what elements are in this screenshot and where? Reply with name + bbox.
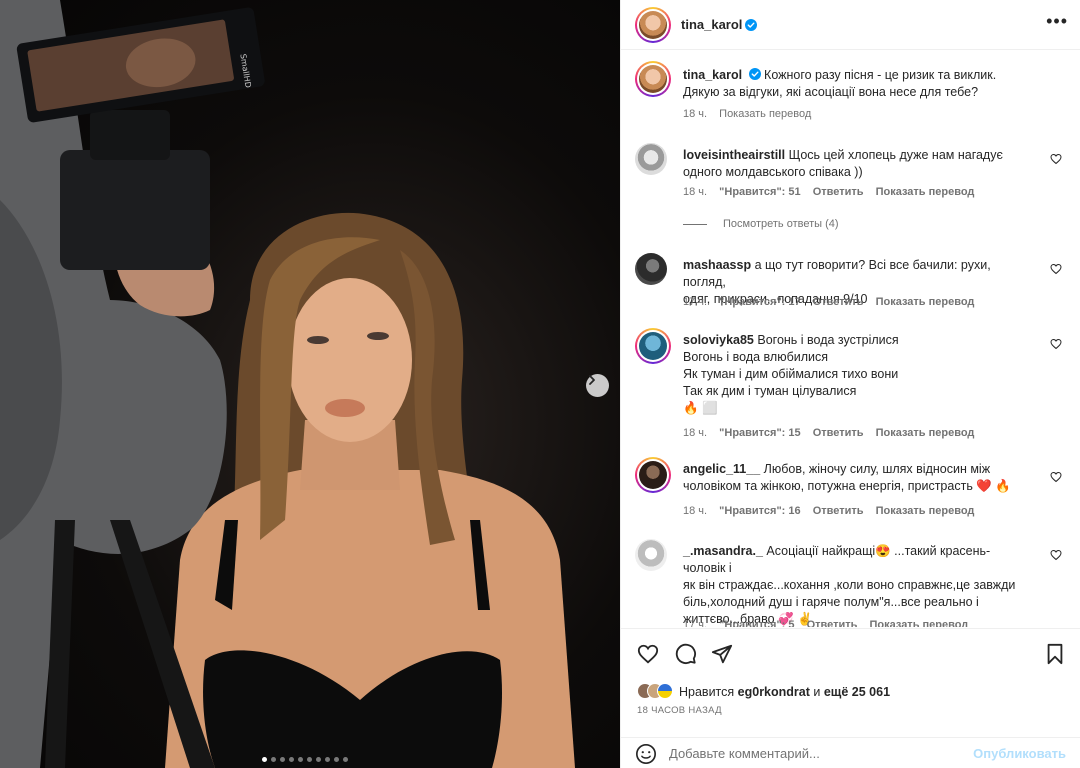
commenter-username[interactable]: _.masandra._ <box>683 544 763 558</box>
caption-text: Кожного разу пісня - це ризик та виклик. <box>764 68 997 82</box>
like-comment-heart-icon[interactable] <box>1050 549 1062 561</box>
comment-time[interactable]: 17 ч. <box>683 619 707 627</box>
post-panel: tina_karol ••• tina_karol Кожного разу п… <box>620 0 1080 768</box>
translate-button[interactable]: Показать перевод <box>876 186 975 198</box>
carousel-dot <box>325 757 330 762</box>
commenter-avatar[interactable] <box>635 457 671 493</box>
carousel-dot <box>280 757 285 762</box>
chevron-right-icon <box>589 375 595 385</box>
commenter-avatar[interactable] <box>635 253 667 285</box>
comment-item: angelic_11__ Любов, жіночу силу, шлях ві… <box>635 457 1066 527</box>
post-photo: SmallHD <box>0 0 575 768</box>
comment-text: Як туман і дим обіймалися тихо вони <box>683 367 899 381</box>
comment-time[interactable]: 17 ч. <box>683 296 707 308</box>
comment-text: Вогонь і вода зустрілися <box>757 333 899 347</box>
comment-likes[interactable]: "Нравится": 51 <box>719 186 800 198</box>
translate-button[interactable]: Показать перевод <box>876 505 975 517</box>
liker-avatars <box>637 683 673 701</box>
post-actions: Нравится eg0rkondrat и ещё 25 061 18 ЧАС… <box>621 628 1080 768</box>
like-comment-heart-icon[interactable] <box>1050 153 1062 165</box>
comment-text: Любов, жіночу силу, шлях відносин між <box>763 462 991 476</box>
commenter-username[interactable]: soloviyka85 <box>683 333 754 347</box>
comment-time[interactable]: 18 ч. <box>683 108 707 120</box>
author-avatar[interactable] <box>635 6 671 43</box>
view-replies-button[interactable]: Посмотреть ответы (4) <box>683 218 839 230</box>
carousel-dot <box>307 757 312 762</box>
share-send-icon[interactable] <box>711 643 733 665</box>
comment-text: 🔥 ⬜ <box>683 401 718 415</box>
like-comment-heart-icon[interactable] <box>1050 338 1062 350</box>
carousel-dots <box>262 757 348 762</box>
likes-count[interactable]: ещё 25 061 <box>824 685 890 699</box>
translate-button[interactable]: Показать перевод <box>876 427 975 439</box>
comment-text: Щось цей хлопець дуже нам нагадує <box>788 148 1003 162</box>
carousel-dot <box>316 757 321 762</box>
reply-button[interactable]: Ответить <box>807 619 858 627</box>
commenter-avatar[interactable] <box>635 143 667 175</box>
commenter-avatar[interactable] <box>635 539 667 571</box>
carousel-dot <box>262 757 267 762</box>
post-date[interactable]: 18 ЧАСОВ НАЗАД <box>637 705 722 716</box>
comments-list[interactable]: tina_karol Кожного разу пісня - це ризик… <box>621 51 1080 627</box>
caption-avatar[interactable] <box>635 61 671 97</box>
emoji-smiley-icon[interactable] <box>635 743 657 765</box>
likes-prefix: Нравится <box>679 685 735 699</box>
liker-username[interactable]: eg0rkondrat <box>738 685 810 699</box>
reply-button[interactable]: Ответить <box>813 296 864 308</box>
view-replies-label[interactable]: Посмотреть ответы (4) <box>723 218 839 230</box>
comment-bubble-icon[interactable] <box>675 643 697 665</box>
reply-button[interactable]: Ответить <box>813 505 864 517</box>
comment-likes[interactable]: "Нравится": 5 <box>719 619 794 627</box>
likes-summary: Нравится eg0rkondrat и ещё 25 061 <box>637 683 890 701</box>
reply-button[interactable]: Ответить <box>813 186 864 198</box>
comment-text: Вогонь і вода влюбилися <box>683 350 829 364</box>
comment-text: як він страждає...кохання ,коли воно спр… <box>683 578 1016 592</box>
verified-badge-icon <box>748 68 761 80</box>
commenter-username[interactable]: angelic_11__ <box>683 462 760 476</box>
commenter-username[interactable]: mashaassp <box>683 258 751 272</box>
caption-text: Дякую за відгуки, які асоціації вона нес… <box>683 85 979 99</box>
caption-username[interactable]: tina_karol <box>683 68 742 82</box>
save-bookmark-icon[interactable] <box>1044 643 1066 665</box>
likes-conj: и <box>813 685 821 699</box>
like-comment-heart-icon[interactable] <box>1050 263 1062 275</box>
comment-time[interactable]: 18 ч. <box>683 186 707 198</box>
verified-badge-icon <box>745 18 758 31</box>
author-username[interactable]: tina_karol <box>681 17 742 32</box>
like-comment-heart-icon[interactable] <box>1050 471 1062 483</box>
commenter-avatar[interactable] <box>635 328 671 364</box>
comment-item: soloviyka85 Вогонь і вода зустрілися Вог… <box>635 328 1066 448</box>
comment-item: mashaassp а що тут говорити? Всі все бач… <box>635 253 1066 323</box>
publish-button[interactable]: Опубликовать <box>973 746 1066 761</box>
post-header: tina_karol ••• <box>621 0 1080 50</box>
commenter-username[interactable]: loveisintheairstill <box>683 148 785 162</box>
comment-text: біль,холодний душ і гаряче полум"я...все… <box>683 595 979 609</box>
more-options-button[interactable]: ••• <box>1046 12 1068 30</box>
comment-text: одного молдавського співака )) <box>683 165 863 179</box>
comment-likes[interactable]: "Нравится": 17 <box>719 296 800 308</box>
comment-input[interactable] <box>669 746 974 761</box>
comment-text: чоловіком та жінкою, потужна енергія, пр… <box>683 479 1011 493</box>
comment-item: _.masandra._ Асоціації найкращі😍 ...таки… <box>635 539 1066 627</box>
comment-likes[interactable]: "Нравится": 16 <box>719 505 800 517</box>
translate-button[interactable]: Показать перевод <box>876 296 975 308</box>
comment-time[interactable]: 18 ч. <box>683 505 707 517</box>
carousel-dot <box>298 757 303 762</box>
reply-button[interactable]: Ответить <box>813 427 864 439</box>
translate-button[interactable]: Показать перевод <box>719 108 811 120</box>
carousel-dot <box>271 757 276 762</box>
comment-likes[interactable]: "Нравится": 15 <box>719 427 800 439</box>
comment-text: Так як дим і туман цілувалися <box>683 384 857 398</box>
next-slide-button[interactable] <box>586 374 609 397</box>
carousel-dot <box>289 757 294 762</box>
comment-time[interactable]: 18 ч. <box>683 427 707 439</box>
carousel-dot <box>343 757 348 762</box>
carousel-dot <box>334 757 339 762</box>
like-heart-icon[interactable] <box>637 643 659 665</box>
post-caption: tina_karol Кожного разу пісня - це ризик… <box>635 61 1066 141</box>
post-media[interactable]: SmallHD <box>0 0 620 768</box>
translate-button[interactable]: Показать перевод <box>869 619 968 627</box>
add-comment-bar: Опубликовать <box>621 737 1080 768</box>
